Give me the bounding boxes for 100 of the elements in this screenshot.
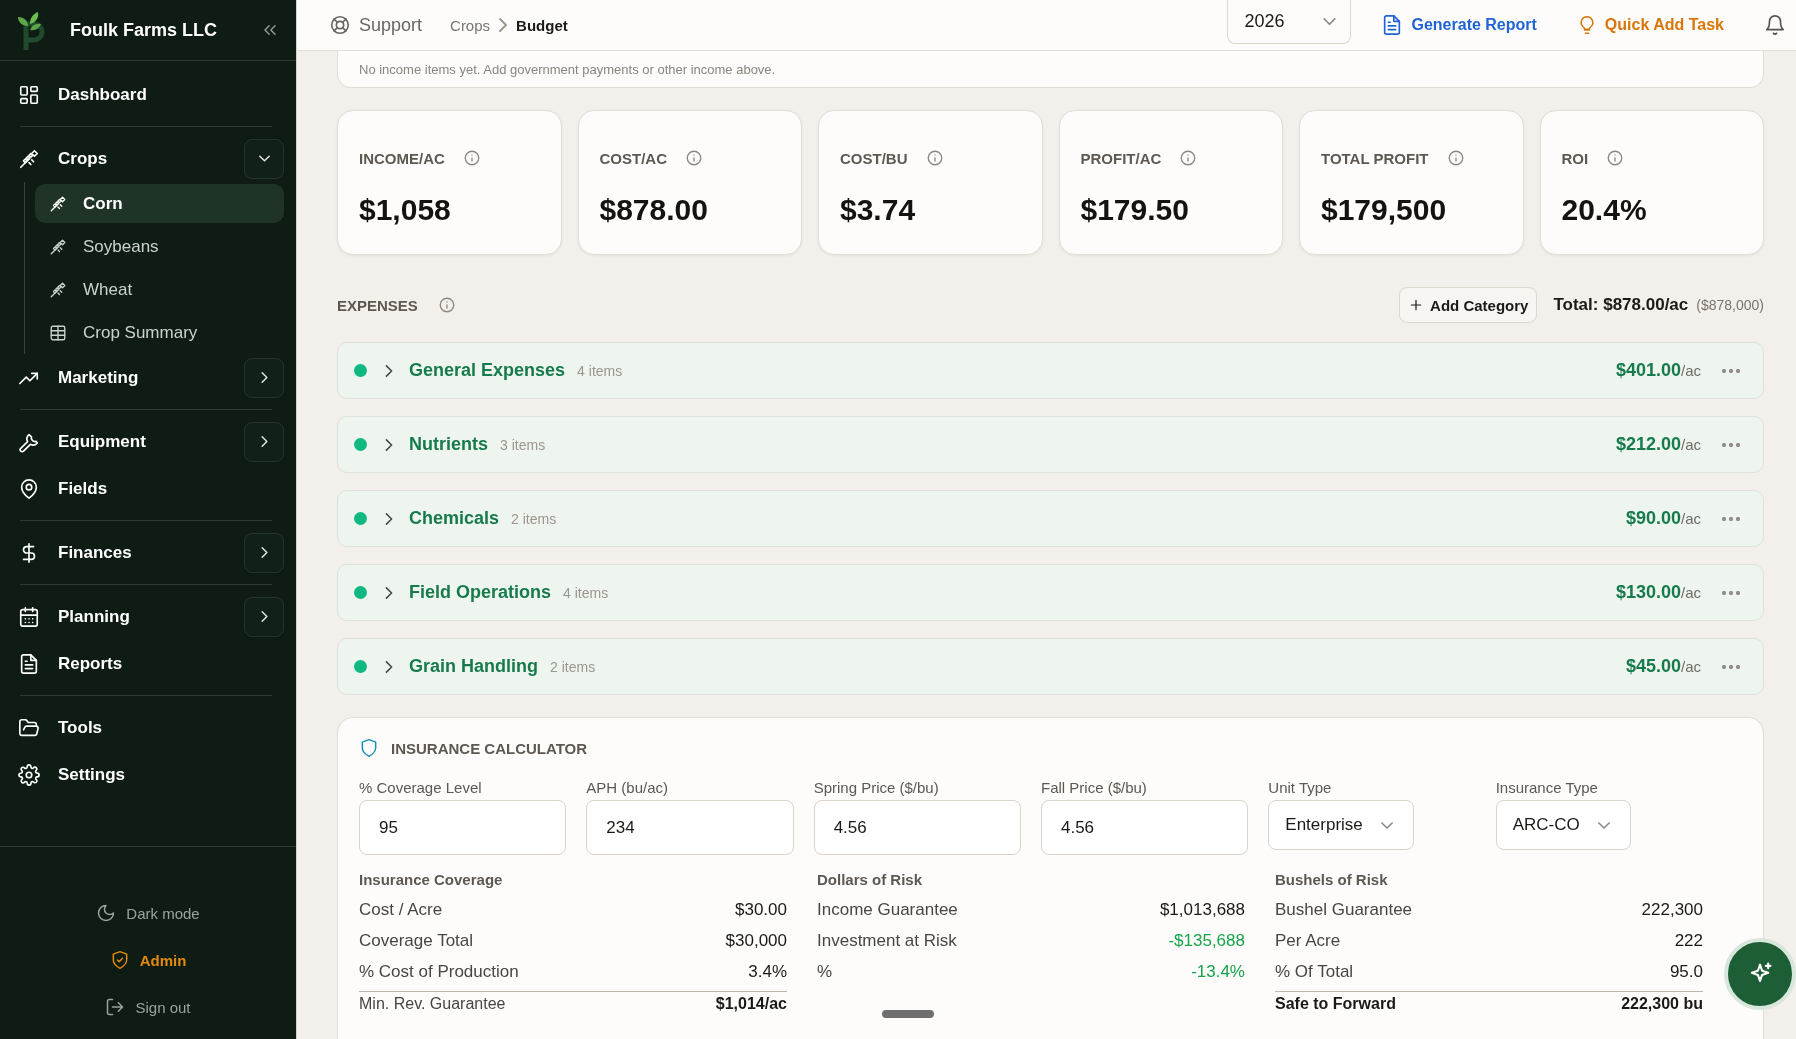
stat-label: ROI xyxy=(1561,149,1589,167)
category-name: Field Operations xyxy=(409,582,552,603)
nav-item[interactable]: Crops xyxy=(16,138,244,179)
info-icon xyxy=(685,149,703,167)
add-category-button[interactable]: Add Category xyxy=(1399,287,1538,323)
category-name: Grain Handling xyxy=(409,656,538,677)
input-field[interactable]: 4.56 xyxy=(813,800,1021,855)
input-field[interactable]: 4.56 xyxy=(1041,800,1249,855)
nav-item[interactable]: Equipment xyxy=(16,421,244,462)
expand-button[interactable] xyxy=(383,364,395,377)
expand-button[interactable] xyxy=(383,660,395,673)
expand-button[interactable] xyxy=(383,586,395,599)
row-label: Per Acre xyxy=(1275,930,1341,951)
calendar-icon xyxy=(18,605,40,628)
ellipsis-icon xyxy=(1721,516,1741,521)
category-name: General Expenses xyxy=(409,360,566,381)
category-amount: $90.00/ac xyxy=(1625,508,1701,529)
expand-button[interactable] xyxy=(383,438,395,451)
expense-category-row[interactable]: Field Operations 4 items $130.00/ac xyxy=(337,564,1764,621)
ellipsis-icon xyxy=(1721,442,1741,447)
info-icon xyxy=(437,296,456,314)
nav-item[interactable]: Reports xyxy=(16,643,284,684)
field-label: APH (bu/ac) xyxy=(586,779,670,796)
expenses-total-amount: ($878,000) xyxy=(1696,297,1764,313)
table-icon xyxy=(49,323,67,342)
info-icon xyxy=(925,149,944,167)
total-value: $1,014/ac xyxy=(715,995,787,1013)
expand-button[interactable] xyxy=(383,512,395,525)
item-count: 2 items xyxy=(550,658,596,675)
select-dropdown[interactable]: Enterprise xyxy=(1268,800,1414,850)
expense-category-row[interactable]: General Expenses 4 items $401.00/ac xyxy=(337,342,1764,399)
row-value: $1,013,688 xyxy=(1159,899,1245,920)
nav-item[interactable]: Dashboard xyxy=(16,74,284,115)
select-dropdown[interactable]: ARC-CO xyxy=(1495,800,1631,850)
document-icon xyxy=(18,652,40,675)
category-name: Nutrients xyxy=(409,434,488,455)
expense-category-row[interactable]: Chemicals 2 items $90.00/ac xyxy=(337,490,1764,547)
row-label: Coverage Total xyxy=(359,930,474,951)
item-count: 3 items xyxy=(500,436,546,453)
stat-label: TOTAL PROFIT xyxy=(1321,149,1429,167)
expense-category-row[interactable]: Nutrients 3 items $212.00/ac xyxy=(337,416,1764,473)
nav-item[interactable]: Fields xyxy=(16,468,284,509)
row-label: % Cost of Production xyxy=(359,961,519,982)
grid-icon xyxy=(18,83,40,106)
nav-item[interactable]: Finances xyxy=(16,532,244,573)
ellipsis-icon xyxy=(1721,590,1741,595)
expense-category-row[interactable]: Grain Handling 2 items $45.00/ac xyxy=(337,638,1764,695)
wheat-icon xyxy=(18,147,40,170)
section-heading: Bushels of Risk xyxy=(1275,871,1389,888)
nav-item[interactable]: Tools xyxy=(16,707,284,748)
item-count: 2 items xyxy=(511,510,557,527)
stat-label: COST/BU xyxy=(840,149,908,167)
chevron-icon xyxy=(383,586,395,599)
section-title: EXPENSES xyxy=(337,296,418,314)
nav-subitem[interactable]: Corn xyxy=(35,184,284,223)
settings-icon xyxy=(18,763,40,786)
ellipsis-icon xyxy=(1721,664,1741,669)
row-value: 95.0 xyxy=(1669,961,1703,982)
chevron-icon xyxy=(383,660,395,673)
admin-link[interactable]: Admin xyxy=(109,950,187,970)
stat-value: $179,500 xyxy=(1321,193,1448,227)
input-field[interactable]: 95 xyxy=(359,800,567,855)
chevron-down-icon xyxy=(1323,17,1337,26)
empty-message: No income items yet. Add government payments or other income above. xyxy=(337,51,1764,88)
support-link[interactable]: Support xyxy=(329,14,423,36)
chevron-down-icon xyxy=(1597,820,1610,830)
row-label: Bushel Guarantee xyxy=(1275,899,1413,920)
stat-label: COST/AC xyxy=(599,149,667,167)
input-field[interactable]: 234 xyxy=(586,800,794,855)
row-value: -$135,688 xyxy=(1168,930,1245,951)
info-icon xyxy=(1606,149,1625,167)
category-amount: $130.00/ac xyxy=(1615,582,1701,603)
nav-item[interactable]: Settings xyxy=(16,754,284,795)
total-label: Min. Rev. Guarantee xyxy=(359,995,506,1013)
nav-subitem[interactable]: Soybeans xyxy=(35,227,284,266)
info-icon xyxy=(462,149,481,167)
dark-mode-toggle[interactable]: Dark mode xyxy=(96,903,200,923)
nav-subitem[interactable]: Crop Summary xyxy=(35,313,284,352)
notifications-button[interactable] xyxy=(1764,14,1786,36)
generate-report-button[interactable]: Generate Report xyxy=(1381,14,1537,36)
nav-item[interactable]: Marketing xyxy=(16,357,244,398)
row-label: % xyxy=(817,961,833,982)
row-label: % Of Total xyxy=(1275,961,1354,982)
info-icon xyxy=(1179,149,1198,167)
row-value: 3.4% xyxy=(748,961,787,982)
nav-item[interactable]: Planning xyxy=(16,596,244,637)
nav-subitem[interactable]: Wheat xyxy=(35,270,284,309)
card-title: INSURANCE CALCULATOR xyxy=(391,739,588,757)
row-value: -13.4% xyxy=(1191,961,1245,982)
total-value: 222,300 bu xyxy=(1621,995,1703,1013)
item-count: 4 items xyxy=(577,362,623,379)
map-pin-icon xyxy=(18,477,40,500)
year-select[interactable]: 2026 xyxy=(1227,0,1352,44)
stat-label: PROFIT/AC xyxy=(1080,149,1162,167)
row-label: Investment at Risk xyxy=(817,930,957,951)
scroll-handle[interactable] xyxy=(882,1010,934,1018)
breadcrumb-link[interactable]: Crops xyxy=(450,16,491,34)
row-label: Income Guarantee xyxy=(817,899,958,920)
field-label: Insurance Type xyxy=(1495,779,1599,796)
sign-out-button[interactable]: Sign out xyxy=(105,997,191,1017)
